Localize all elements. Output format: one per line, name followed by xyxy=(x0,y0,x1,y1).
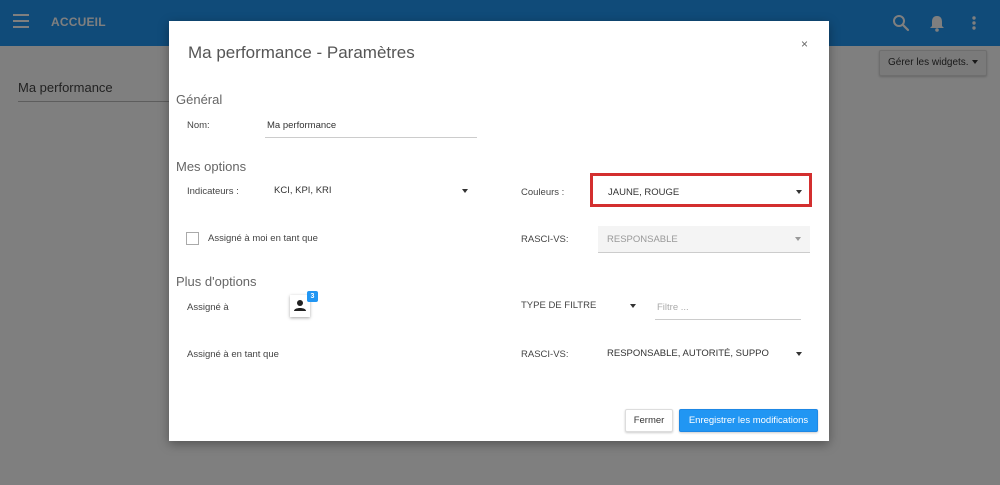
rasci-label-2: RASCI-VS: xyxy=(521,349,569,360)
settings-modal: Ma performance - Paramètres × Général No… xyxy=(169,21,829,441)
colors-label: Couleurs : xyxy=(521,187,565,198)
indicators-value: KCI, KPI, KRI xyxy=(274,185,332,196)
caret-down-icon xyxy=(796,352,802,356)
name-field[interactable]: Ma performance xyxy=(265,115,477,138)
name-label: Nom: xyxy=(187,120,210,131)
section-more-options: Plus d'options xyxy=(176,274,257,289)
modal-title: Ma performance - Paramètres xyxy=(188,43,415,62)
colors-select[interactable]: JAUNE, ROUGE xyxy=(590,173,812,207)
close-button[interactable]: Fermer xyxy=(625,409,673,432)
name-value: Ma performance xyxy=(267,120,337,131)
assigned-count-badge: 3 xyxy=(307,291,318,302)
rasci-label: RASCI-VS: xyxy=(521,234,569,245)
caret-down-icon xyxy=(462,189,468,193)
rasci-multi-value: RESPONSABLE, AUTORITÉ, SUPPORT, CONS xyxy=(607,348,769,359)
assigned-to-label: Assigné à xyxy=(187,302,229,313)
section-general: Général xyxy=(176,92,223,107)
caret-down-icon xyxy=(796,190,802,194)
filter-type-label: TYPE DE FILTRE xyxy=(521,300,597,311)
section-my-options: Mes options xyxy=(176,159,247,174)
close-icon[interactable]: × xyxy=(801,37,808,51)
assigned-me-label: Assigné à moi en tant que xyxy=(208,233,318,244)
colors-value: JAUNE, ROUGE xyxy=(608,187,680,198)
filter-input[interactable]: Filtre ... xyxy=(655,297,801,320)
filter-placeholder: Filtre ... xyxy=(657,302,689,313)
indicators-select[interactable]: KCI, KPI, KRI xyxy=(269,177,472,207)
assigned-as-label: Assigné à en tant que xyxy=(187,349,279,360)
save-button[interactable]: Enregistrer les modifications xyxy=(679,409,818,432)
rasci-value: RESPONSABLE xyxy=(607,234,678,245)
caret-down-icon xyxy=(795,237,801,241)
assigned-me-checkbox[interactable] xyxy=(186,232,199,245)
rasci-select[interactable]: RESPONSABLE, AUTORITÉ, SUPPORT, CONS xyxy=(602,339,810,369)
rasci-select-disabled: RESPONSABLE xyxy=(598,226,810,253)
indicators-label: Indicateurs : xyxy=(187,186,239,197)
filter-type-dropdown-icon[interactable] xyxy=(630,304,636,308)
